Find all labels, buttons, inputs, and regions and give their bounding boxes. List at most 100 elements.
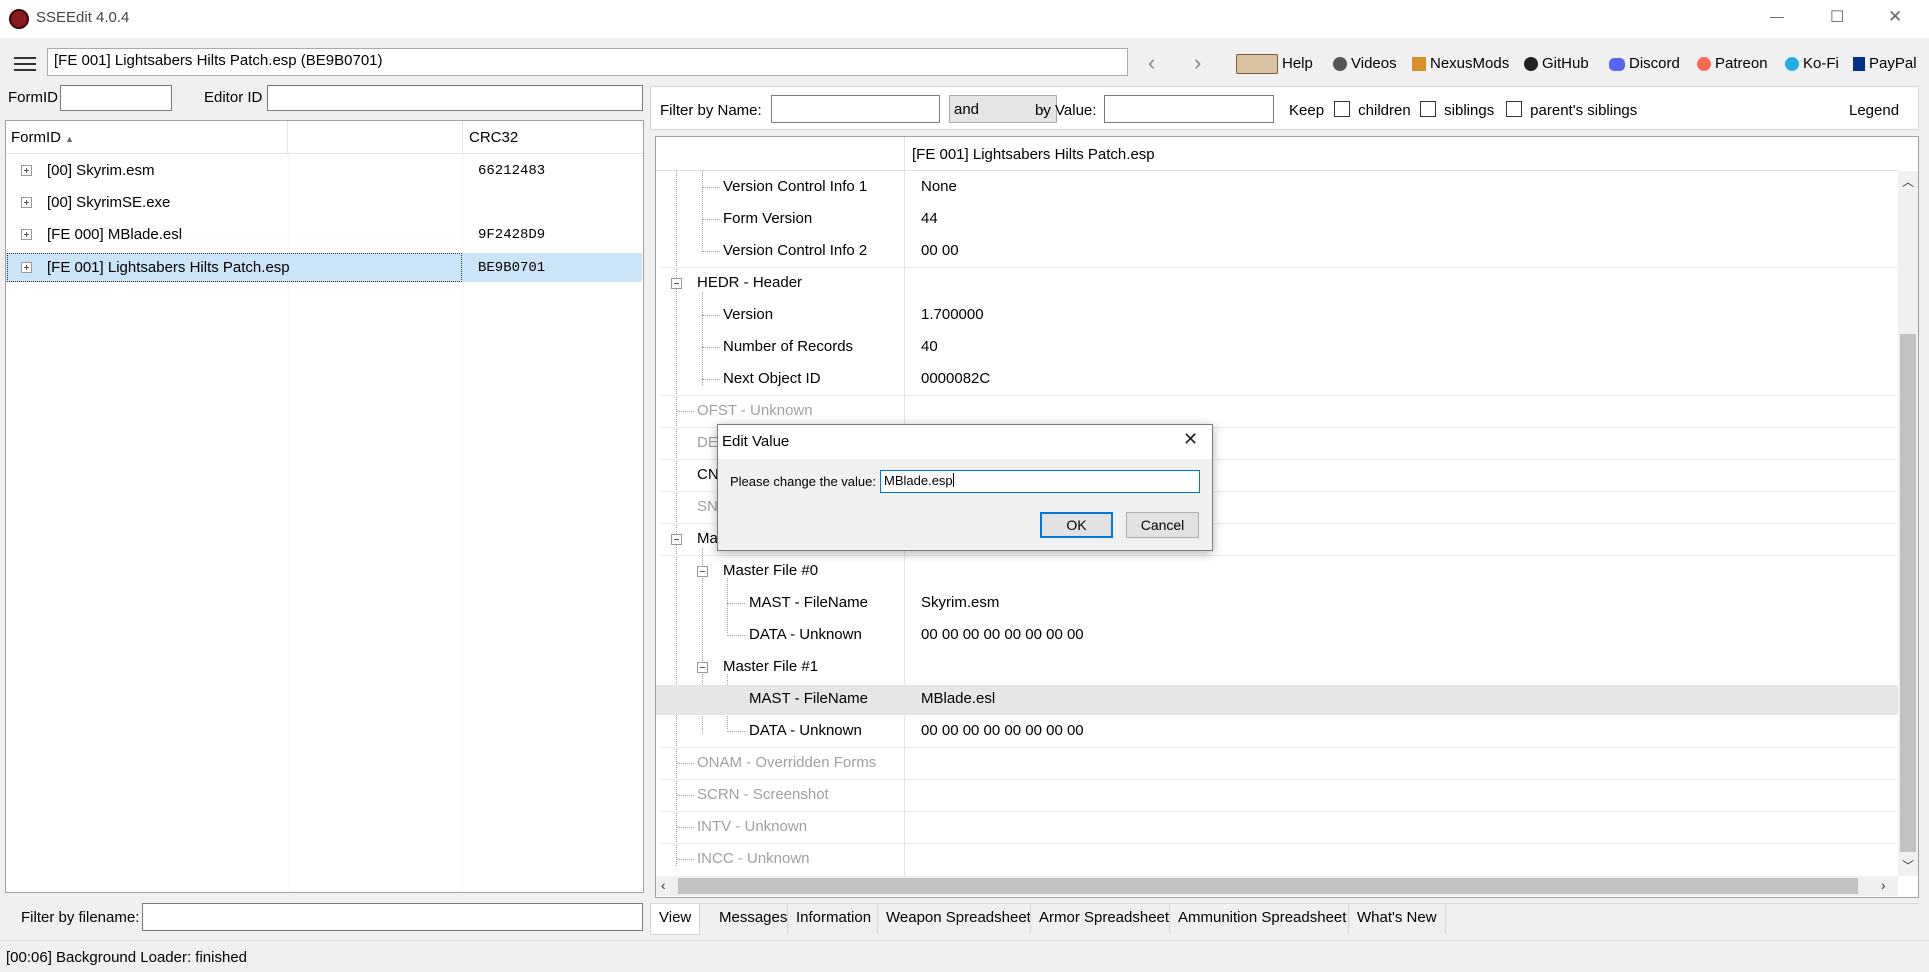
record-group-label[interactable]: Master File #1	[723, 658, 818, 675]
record-field-value[interactable]: 00 00	[921, 242, 959, 259]
filter-name-input[interactable]	[771, 95, 940, 123]
file-row[interactable]: [00] SkyrimSE.exe	[6, 190, 642, 216]
tab-whats-new[interactable]: What's New	[1348, 904, 1446, 934]
collapse-icon[interactable]	[697, 566, 708, 577]
checkbox-box[interactable]	[1506, 101, 1522, 117]
patreon-icon	[1697, 57, 1711, 72]
title-bar: SSEEdit 4.0.4 — ☐ ✕	[0, 0, 1929, 38]
ok-button[interactable]: OK	[1040, 512, 1113, 538]
vertical-scrollbar[interactable]: ︿ ﹀	[1898, 171, 1918, 876]
tab-weapon-spreadsheet[interactable]: Weapon Spreadsheet	[877, 904, 1039, 934]
record-field-label[interactable]: Number of Records	[723, 338, 853, 355]
record-field-value[interactable]: Skyrim.esm	[921, 594, 999, 611]
back-arrow-icon[interactable]: ‹	[1148, 50, 1155, 76]
record-field-label[interactable]: Version Control Info 1	[723, 178, 867, 195]
record-group-label[interactable]: INCC - Unknown	[697, 850, 810, 867]
record-group-label[interactable]: HEDR - Header	[697, 274, 802, 291]
expand-icon[interactable]	[21, 197, 32, 208]
record-field-label[interactable]: Version Control Info 2	[723, 242, 867, 259]
horizontal-scrollbar[interactable]: ‹ ›	[656, 876, 1898, 896]
record-field-value[interactable]: 00 00 00 00 00 00 00 00	[921, 722, 1084, 739]
collapse-icon[interactable]	[697, 662, 708, 673]
record-address-field[interactable]: [FE 001] Lightsabers Hilts Patch.esp (BE…	[47, 48, 1128, 76]
siblings-checkbox[interactable]: siblings	[1420, 101, 1494, 119]
nexusmods-label: NexusMods	[1430, 55, 1510, 72]
column-header-crc32[interactable]: CRC32	[469, 129, 518, 146]
close-button[interactable]: ✕	[1888, 7, 1902, 27]
forward-arrow-icon[interactable]: ›	[1194, 50, 1201, 76]
cancel-button[interactable]: Cancel	[1126, 512, 1199, 538]
file-row-selected[interactable]: [FE 001] Lightsabers Hilts Patch.esp BE9…	[6, 253, 642, 282]
record-field-label[interactable]: MAST - FileName	[749, 594, 868, 611]
scroll-right-icon[interactable]: ›	[1881, 877, 1886, 893]
record-field-label[interactable]: Form Version	[723, 210, 812, 227]
parents-siblings-checkbox[interactable]: parent's siblings	[1506, 101, 1637, 119]
record-group-label[interactable]: SN	[697, 498, 718, 515]
collapse-icon[interactable]	[671, 278, 682, 289]
tab-ammunition-spreadsheet[interactable]: Ammunition Spreadsheet	[1169, 904, 1354, 934]
tab-armor-spreadsheet[interactable]: Armor Spreadsheet	[1030, 904, 1177, 934]
close-icon[interactable]: ✕	[1183, 429, 1198, 450]
checkbox-box[interactable]	[1420, 101, 1436, 117]
nexusmods-link[interactable]: NexusMods	[1412, 52, 1509, 76]
collapse-icon[interactable]	[671, 534, 682, 545]
record-group-label[interactable]: ONAM - Overridden Forms	[697, 754, 876, 771]
file-row[interactable]: [FE 000] MBlade.esl 9F2428D9	[6, 222, 642, 248]
kofi-link[interactable]: Ko-Fi	[1785, 52, 1839, 76]
patreon-link[interactable]: Patreon	[1697, 52, 1768, 76]
record-field-value[interactable]: 0000082C	[921, 370, 990, 387]
record-field-label[interactable]: MAST - FileName	[749, 690, 868, 707]
tab-messages[interactable]: Messages	[711, 904, 795, 934]
record-field-value[interactable]: 1.700000	[921, 306, 984, 323]
record-field-value[interactable]: 44	[921, 210, 938, 227]
scroll-down-icon[interactable]: ﹀	[1902, 857, 1914, 874]
paypal-icon	[1853, 57, 1865, 72]
record-group-label[interactable]: INTV - Unknown	[697, 818, 807, 835]
minimize-button[interactable]: —	[1770, 8, 1784, 24]
record-field-label[interactable]: DATA - Unknown	[749, 626, 862, 643]
expand-icon[interactable]	[21, 229, 32, 240]
expand-icon[interactable]	[21, 262, 32, 273]
menu-icon[interactable]	[14, 56, 38, 72]
scroll-up-icon[interactable]: ︿	[1902, 173, 1914, 190]
record-group-label[interactable]: Ma	[697, 530, 718, 547]
formid-input[interactable]	[60, 85, 172, 111]
record-field-label[interactable]: DATA - Unknown	[749, 722, 862, 739]
record-field-label[interactable]: Next Object ID	[723, 370, 821, 387]
legend-button[interactable]: Legend	[1849, 102, 1899, 119]
scroll-thumb-horizontal[interactable]	[678, 878, 1858, 894]
filter-value-input[interactable]	[1104, 95, 1274, 123]
record-field-value[interactable]: MBlade.esl	[921, 690, 995, 707]
file-name: [FE 000] MBlade.esl	[47, 226, 183, 243]
dialog-value-input[interactable]: MBlade.esp	[880, 470, 1200, 493]
record-field-value[interactable]: 40	[921, 338, 938, 355]
checkbox-box[interactable]	[1334, 101, 1350, 117]
tab-view[interactable]: View	[650, 904, 701, 935]
formid-label: FormID	[8, 89, 58, 106]
maximize-button[interactable]: ☐	[1830, 7, 1844, 27]
record-group-label[interactable]: OFST - Unknown	[697, 402, 813, 419]
record-group-label[interactable]: DE	[697, 434, 718, 451]
paypal-link[interactable]: PayPal	[1853, 52, 1917, 76]
filter-filename-label: Filter by filename:	[21, 909, 140, 926]
record-group-label[interactable]: CN	[697, 466, 719, 483]
scroll-left-icon[interactable]: ‹	[661, 877, 666, 893]
tab-information[interactable]: Information	[787, 904, 879, 934]
children-checkbox[interactable]: children	[1334, 101, 1411, 119]
record-group-label[interactable]: SCRN - Screenshot	[697, 786, 829, 803]
expand-icon[interactable]	[21, 165, 32, 176]
record-group-label[interactable]: Master File #0	[723, 562, 818, 579]
videos-link[interactable]: Videos	[1333, 52, 1397, 76]
record-field-value[interactable]: 00 00 00 00 00 00 00 00	[921, 626, 1084, 643]
help-label: Help	[1282, 55, 1313, 72]
discord-link[interactable]: Discord	[1609, 52, 1680, 76]
record-field-value[interactable]: None	[921, 178, 957, 195]
filter-filename-input[interactable]	[142, 903, 643, 931]
column-header-formid[interactable]: FormID ▲	[11, 129, 74, 146]
editorid-input[interactable]	[267, 85, 643, 111]
file-row[interactable]: [00] Skyrim.esm 66212483	[6, 158, 642, 184]
help-link[interactable]: Help	[1236, 52, 1313, 76]
github-link[interactable]: GitHub	[1524, 52, 1589, 76]
record-field-label[interactable]: Version	[723, 306, 773, 323]
scroll-thumb[interactable]	[1900, 334, 1916, 852]
